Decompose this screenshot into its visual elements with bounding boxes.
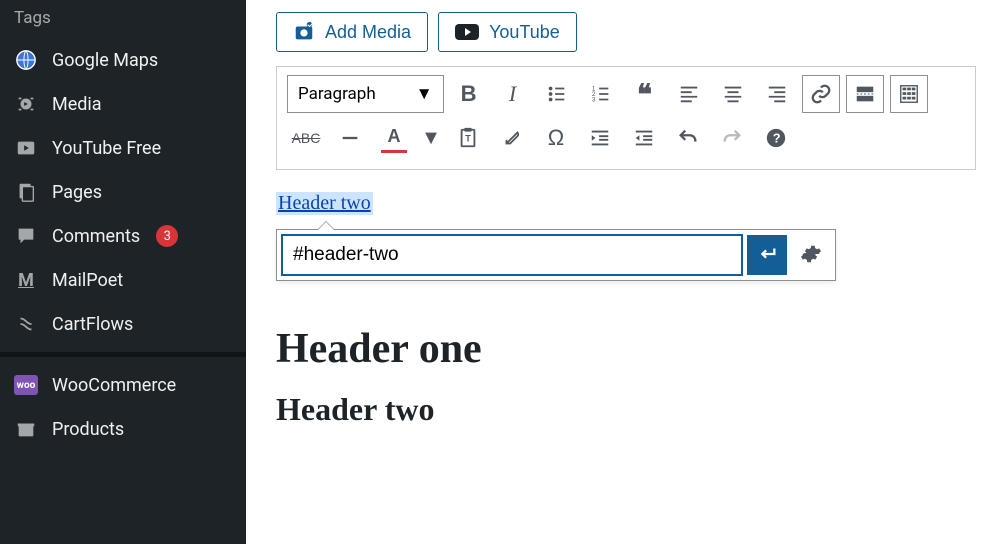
numbered-list-button[interactable]: 123 bbox=[582, 75, 620, 113]
blockquote-button[interactable]: ❝ bbox=[626, 75, 664, 113]
mailpoet-icon: M bbox=[14, 268, 38, 292]
youtube-button[interactable]: YouTube bbox=[438, 12, 577, 52]
sidebar-heading: Tags bbox=[0, 0, 246, 38]
sidebar-item-label: Products bbox=[52, 419, 124, 440]
toolbar-toggle-button[interactable] bbox=[890, 75, 928, 113]
svg-text:?: ? bbox=[773, 131, 781, 146]
apply-link-button[interactable] bbox=[747, 235, 787, 275]
sidebar-separator bbox=[0, 352, 246, 357]
sidebar-item-label: Media bbox=[52, 94, 102, 115]
special-character-button[interactable]: Ω bbox=[537, 119, 575, 157]
bold-button[interactable]: B bbox=[450, 75, 488, 113]
paste-text-button[interactable]: T bbox=[449, 119, 487, 157]
sidebar-item-cartflows[interactable]: CartFlows bbox=[0, 302, 246, 346]
link-settings-button[interactable] bbox=[791, 235, 831, 275]
strikethrough-button[interactable]: ABC bbox=[287, 119, 325, 157]
add-media-label: Add Media bbox=[325, 22, 411, 43]
help-button[interactable]: ? bbox=[757, 119, 795, 157]
format-label: Paragraph bbox=[298, 84, 376, 104]
enter-icon bbox=[756, 243, 778, 268]
toolbar-row-2: ABC A ▼ T Ω ? bbox=[287, 119, 965, 157]
content-heading-2[interactable]: Header two bbox=[276, 391, 970, 428]
align-center-button[interactable] bbox=[714, 75, 752, 113]
sidebar-item-label: CartFlows bbox=[52, 314, 133, 335]
sidebar-item-woocommerce[interactable]: woo WooCommerce bbox=[0, 363, 246, 407]
indent-button[interactable] bbox=[625, 119, 663, 157]
pages-icon bbox=[14, 180, 38, 204]
insert-link-button[interactable] bbox=[802, 75, 840, 113]
text-color-dropdown[interactable]: ▼ bbox=[419, 119, 443, 157]
format-dropdown[interactable]: Paragraph ▼ bbox=[287, 75, 444, 113]
editor-toolbar: Paragraph ▼ B I 123 ❝ ABC A ▼ T Ω bbox=[276, 66, 976, 170]
globe-icon bbox=[14, 48, 38, 72]
toolbar-row-1: Paragraph ▼ B I 123 ❝ bbox=[287, 75, 965, 113]
link-edit-popup bbox=[276, 229, 836, 281]
sidebar-item-label: MailPoet bbox=[52, 270, 123, 291]
gear-icon bbox=[800, 243, 822, 268]
editor-content[interactable]: Header two Header one Header two bbox=[276, 170, 976, 428]
youtube-label: YouTube bbox=[489, 22, 560, 43]
italic-button[interactable]: I bbox=[494, 75, 532, 113]
sidebar-item-youtube-free[interactable]: YouTube Free bbox=[0, 126, 246, 170]
comments-icon bbox=[14, 224, 38, 248]
woocommerce-icon: woo bbox=[14, 373, 38, 397]
sidebar-item-mailpoet[interactable]: M MailPoet bbox=[0, 258, 246, 302]
svg-text:T: T bbox=[465, 134, 471, 144]
media-button-row: Add Media YouTube bbox=[276, 12, 1000, 52]
sidebar-item-comments[interactable]: Comments 3 bbox=[0, 214, 246, 258]
align-left-button[interactable] bbox=[670, 75, 708, 113]
cartflows-icon bbox=[14, 312, 38, 336]
svg-text:3: 3 bbox=[591, 96, 595, 103]
align-right-button[interactable] bbox=[758, 75, 796, 113]
sidebar-item-label: WooCommerce bbox=[52, 375, 176, 396]
sidebar-item-label: Comments bbox=[52, 226, 140, 247]
chevron-down-icon: ▼ bbox=[416, 84, 433, 104]
outdent-button[interactable] bbox=[581, 119, 619, 157]
redo-button[interactable] bbox=[713, 119, 751, 157]
editor-main: Add Media YouTube Paragraph ▼ B I 123 ❝ bbox=[246, 0, 1000, 544]
text-color-button[interactable]: A bbox=[375, 119, 413, 157]
link-url-input[interactable] bbox=[281, 234, 743, 276]
play-icon bbox=[14, 136, 38, 160]
clear-formatting-button[interactable] bbox=[493, 119, 531, 157]
sidebar-item-google-maps[interactable]: Google Maps bbox=[0, 38, 246, 82]
products-icon bbox=[14, 417, 38, 441]
horizontal-line-button[interactable] bbox=[331, 119, 369, 157]
add-media-button[interactable]: Add Media bbox=[276, 12, 428, 52]
sidebar-item-label: YouTube Free bbox=[52, 138, 161, 159]
sidebar-item-label: Google Maps bbox=[52, 50, 158, 71]
content-heading-1[interactable]: Header one bbox=[276, 325, 970, 373]
admin-sidebar: Tags Google Maps Media YouTube Free Page… bbox=[0, 0, 246, 544]
insert-more-button[interactable] bbox=[846, 75, 884, 113]
youtube-icon bbox=[455, 22, 479, 42]
sidebar-item-media[interactable]: Media bbox=[0, 82, 246, 126]
bullet-list-button[interactable] bbox=[538, 75, 576, 113]
media-icon bbox=[14, 92, 38, 116]
camera-icon bbox=[293, 21, 315, 43]
undo-button[interactable] bbox=[669, 119, 707, 157]
comments-count-badge: 3 bbox=[156, 225, 178, 247]
sidebar-item-pages[interactable]: Pages bbox=[0, 170, 246, 214]
sidebar-item-products[interactable]: Products bbox=[0, 407, 246, 451]
selected-link-text[interactable]: Header two bbox=[276, 192, 373, 215]
sidebar-item-label: Pages bbox=[52, 182, 102, 203]
